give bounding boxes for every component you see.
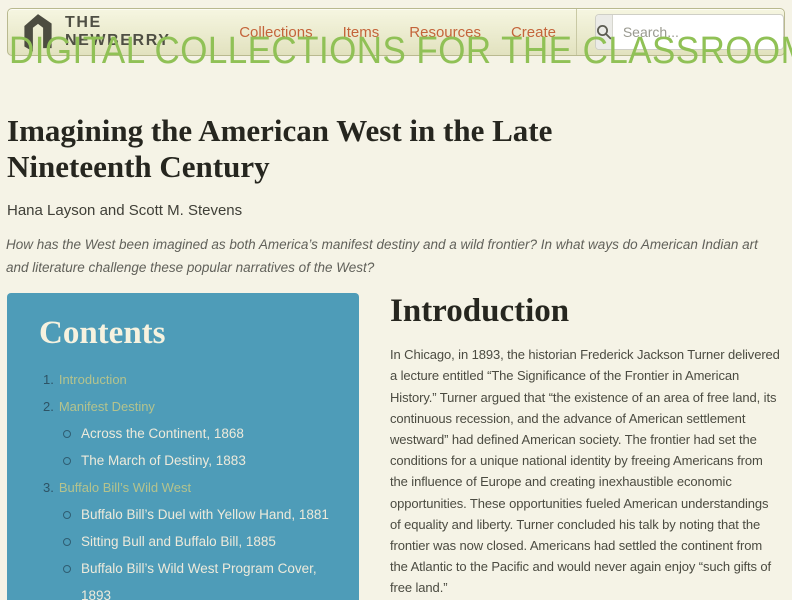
article-paragraph: In Chicago, in 1893, the historian Frede… bbox=[390, 347, 780, 596]
contents-section-link[interactable]: Manifest Destiny bbox=[59, 399, 155, 414]
contents-sublist: Across the Continent, 1868 The March of D… bbox=[43, 420, 337, 474]
contents-item-number: 1. bbox=[43, 372, 54, 388]
contents-box: Contents 1. Introduction 2. Manifest Destin… bbox=[7, 293, 359, 600]
contents-list: 1. Introduction 2. Manifest Destiny Across t… bbox=[31, 366, 337, 600]
article-heading: Introduction bbox=[390, 293, 570, 330]
contents-heading: Contents bbox=[39, 315, 166, 352]
contents-item: 2. Manifest Destiny Across the Continent, … bbox=[43, 393, 337, 474]
contents-section-link[interactable]: Buffalo Bill’s Wild West bbox=[59, 480, 191, 495]
site-banner-title: DIGITAL COLLECTIONS FOR THE CLASSROOM bbox=[9, 30, 792, 72]
contents-item: 3. Buffalo Bill’s Wild West Buffalo Bill’s… bbox=[43, 474, 337, 600]
contents-subitem: Across the Continent, 1868 bbox=[61, 420, 337, 447]
contents-subitem: Sitting Bull and Buffalo Bill, 1885 bbox=[61, 528, 337, 555]
contents-item: 1. Introduction bbox=[43, 366, 337, 393]
contents-item-number: 2. bbox=[43, 399, 54, 415]
contents-section-link[interactable]: Introduction bbox=[59, 372, 127, 387]
contents-subitem-link[interactable]: Across the Continent, 1868 bbox=[81, 426, 244, 441]
article-body: In Chicago, in 1893, the historian Frede… bbox=[390, 344, 782, 600]
page-title: Imagining the American West in the Late … bbox=[7, 113, 553, 184]
contents-subitem-link[interactable]: Buffalo Bill’s Wild West Program Cover, … bbox=[81, 561, 317, 600]
contents-subitem: Buffalo Bill’s Duel with Yellow Hand, 18… bbox=[61, 501, 337, 528]
page-tagline: How has the West been imagined as both A… bbox=[6, 236, 758, 275]
contents-subitem-link[interactable]: The March of Destiny, 1883 bbox=[81, 453, 246, 468]
content-columns: Contents 1. Introduction 2. Manifest Destin… bbox=[7, 293, 782, 600]
contents-item-number: 3. bbox=[43, 480, 54, 496]
contents-subitem-link[interactable]: Sitting Bull and Buffalo Bill, 1885 bbox=[81, 534, 276, 549]
contents-subitem-link[interactable]: Buffalo Bill’s Duel with Yellow Hand, 18… bbox=[81, 507, 329, 522]
contents-subitem: The March of Destiny, 1883 bbox=[61, 447, 337, 474]
contents-subitem: Buffalo Bill’s Wild West Program Cover, … bbox=[61, 555, 337, 600]
contents-sublist: Buffalo Bill’s Duel with Yellow Hand, 18… bbox=[43, 501, 337, 600]
article: Introduction In Chicago, in 1893, the hi… bbox=[390, 293, 782, 600]
page-authors: Hana Layson and Scott M. Stevens bbox=[7, 201, 243, 219]
